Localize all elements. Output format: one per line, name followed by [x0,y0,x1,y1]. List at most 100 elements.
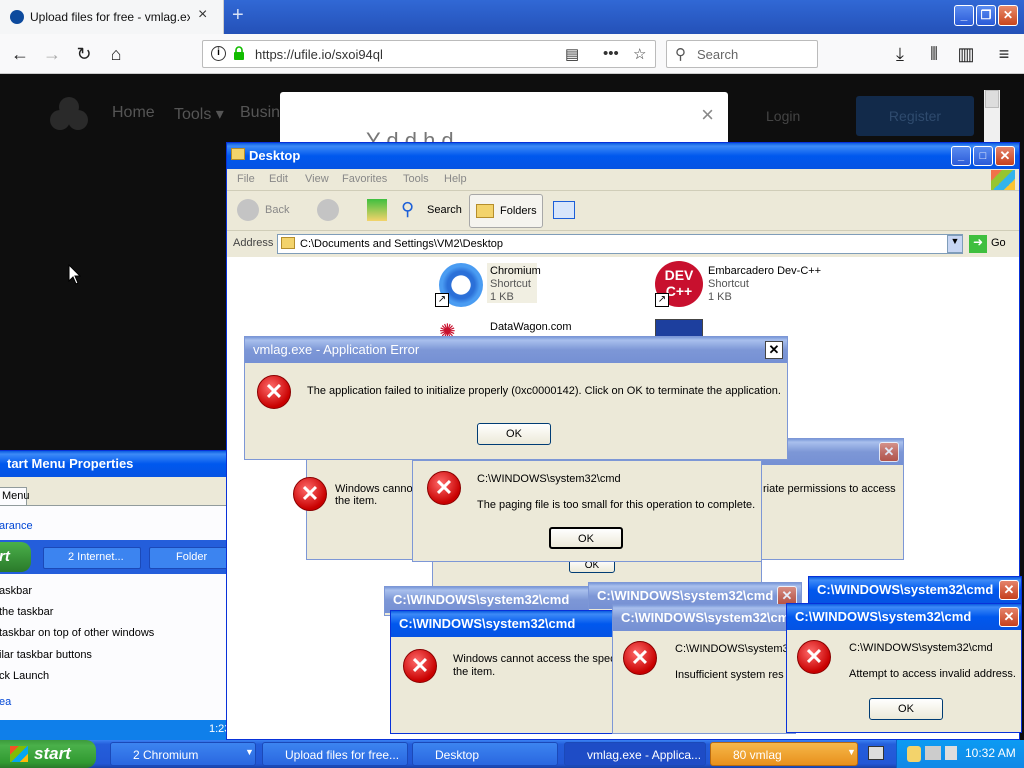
cmd2-title: C:\WINDOWS\system32\cmd [613,605,795,631]
option-autohide-taskbar[interactable]: the taskbar [0,606,53,618]
search-magnifier-icon[interactable]: ⚲ [401,199,414,220]
forward-arrow-icon[interactable] [317,199,339,221]
site-nav-home[interactable]: Home [112,104,155,122]
back-icon[interactable]: ← [8,42,32,66]
up-folder-icon[interactable] [367,199,387,221]
menu-view[interactable]: View [305,173,329,185]
explorer-title: Desktop [227,143,1019,169]
address-bar: Address C:\Documents and Settings\VM2\De… [227,231,1019,257]
cmd2-line1: C:\WINDOWS\system3 [675,643,789,655]
volume-icon[interactable] [945,746,957,760]
menu-file[interactable]: File [237,173,255,185]
forward-icon[interactable]: → [40,42,64,66]
site-nav-tools[interactable]: Tools ▾ [174,104,224,124]
taskbar-task-desktop[interactable]: Desktop [412,742,558,766]
appearance-group-label: arance [0,520,33,532]
go-button[interactable]: Go [991,237,1006,249]
search-icon: ⚲ [675,46,686,63]
search-bar[interactable]: ⚲ Search [666,40,818,68]
reload-icon[interactable]: ↻ [72,42,96,66]
reader-view-icon[interactable]: ▤ [565,45,579,63]
cmd2-message: Insufficient system res [675,669,784,681]
task-chromium-label: 2 Chromium [133,748,199,762]
back-arrow-icon[interactable] [237,199,259,221]
folder-title-icon [231,148,245,160]
download-icon[interactable]: ⤓ [888,42,912,66]
page-actions-icon[interactable]: ••• [603,45,619,62]
cmd-back-c-title: C:\WINDOWS\system32\cmd [809,577,1021,603]
info-icon[interactable]: i [211,46,226,61]
option-quick-launch[interactable]: ck Launch [0,670,49,682]
option-group-similar[interactable]: ilar taskbar buttons [0,649,92,661]
close-button[interactable]: ✕ [998,5,1018,26]
library-icon[interactable]: ⫴ [922,42,946,66]
taskbar-task-vmlag-error[interactable]: vmlag.exe - Applica... [564,742,706,766]
scrollbar-up-arrow[interactable] [985,90,999,108]
explorer-minimize-button[interactable]: _ [951,146,971,166]
modal-close-icon[interactable]: × [701,102,714,128]
site-login-link[interactable]: Login [766,108,800,124]
taskbar-task-chromium[interactable]: 2 Chromium ▼ [110,742,256,766]
address-field[interactable]: C:\Documents and Settings\VM2\Desktop [277,234,963,254]
start-button[interactable]: start [0,740,96,768]
views-icon[interactable] [553,201,575,219]
address-dropdown-icon[interactable]: ▼ [947,235,963,253]
cmd3-line1: C:\WINDOWS\system32\cmd [849,642,993,654]
app-error-message: The application failed to initialize pro… [307,385,781,397]
folders-button[interactable]: Folders [469,194,543,228]
tray-clock[interactable]: 10:32 AM [965,746,1016,760]
tab-close-icon[interactable]: × [198,6,207,24]
paging-ok-button[interactable]: OK [549,527,623,549]
behind-right-close-button[interactable]: ✕ [879,442,899,462]
start-label: start [34,744,71,763]
sidebar-icon[interactable]: ▥ [954,42,978,66]
error-dialog-behind-left: ✕ Windows cannot the item. [293,458,426,560]
home-icon[interactable]: ⌂ [104,42,128,66]
search-placeholder: Search [697,47,739,62]
devcpp-size: 1 KB [708,291,732,303]
url-bar[interactable]: i https://ufile.io/sxoi94ql ▤ ••• ☆ [202,40,656,68]
option-lock-taskbar[interactable]: askbar [0,585,32,597]
explorer-maximize-button[interactable]: □ [973,146,993,166]
tab-start-menu[interactable]: Menu [0,487,30,505]
cmd3-message: Attempt to access invalid address. [849,668,1016,680]
new-tab-button[interactable]: + [232,4,244,27]
app-error-ok-button[interactable]: OK [477,423,551,445]
back-label[interactable]: Back [265,204,289,216]
devcpp-name[interactable]: Embarcadero Dev-C++ [708,265,821,277]
browser-tab[interactable]: Upload files for free - vmlag.exe × [0,0,224,34]
taskbar-task-vmlag-group[interactable]: 80 vmlag ▼ [710,742,858,766]
go-arrow-icon[interactable]: ➜ [969,235,987,253]
menu-favorites[interactable]: Favorites [342,173,387,185]
option-taskbar-on-top[interactable]: taskbar on top of other windows [0,627,154,639]
cmd-back-c-close-button[interactable]: ✕ [999,580,1019,600]
lock-icon [234,46,244,60]
preview-task-internet: 2 Internet... [43,547,141,569]
menu-edit[interactable]: Edit [269,173,288,185]
url-text[interactable]: https://ufile.io/sxoi94ql [255,47,383,62]
menu-tools[interactable]: Tools [403,173,429,185]
keyboard-icon[interactable] [868,746,884,760]
restore-button[interactable]: ❐ [976,5,996,26]
site-nav-business[interactable]: Busin [240,104,280,122]
cmd1-title: C:\WINDOWS\system32\cmd [391,611,617,637]
security-shield-icon[interactable] [907,746,921,762]
app-error-close-button[interactable]: ✕ [765,341,783,359]
network-icon[interactable] [925,746,941,760]
error-icon: ✕ [797,640,831,674]
bookmark-star-icon[interactable]: ☆ [633,45,646,63]
taskbar-task-upload[interactable]: Upload files for free... [262,742,408,766]
menu-icon[interactable]: ≡ [992,42,1016,66]
cmd3-title: C:\WINDOWS\system32\cmd [787,604,1021,630]
minimize-button[interactable]: _ [954,5,974,26]
folders-icon [476,204,494,218]
address-folder-icon [281,237,295,249]
site-register-button[interactable]: Register [856,96,974,136]
search-button[interactable]: Search [427,204,462,216]
cmd3-close-button[interactable]: ✕ [999,607,1019,627]
menu-help[interactable]: Help [444,173,467,185]
cmd3-ok-button[interactable]: OK [869,698,943,720]
explorer-close-button[interactable]: ✕ [995,146,1015,166]
chromium-name[interactable]: Chromium [490,265,541,277]
datawagon-name[interactable]: DataWagon.com [490,321,572,333]
